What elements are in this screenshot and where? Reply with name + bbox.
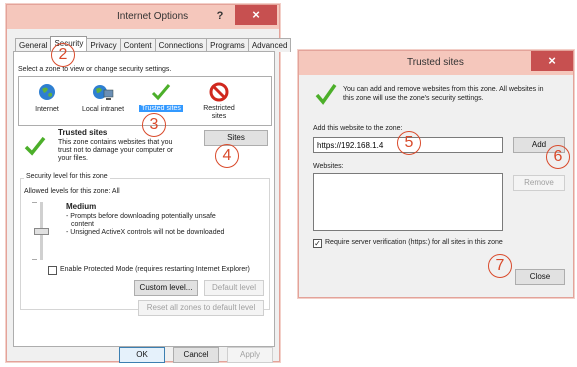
help-button[interactable]: ? [213,9,227,23]
trusted-sites-close-button[interactable]: × [531,51,573,71]
ok-button[interactable]: OK [119,347,165,363]
zone-restricted-sites[interactable]: Restricted sites [197,81,241,125]
protected-mode-label: Enable Protected Mode (requires restarti… [60,266,250,273]
security-level-slider[interactable] [32,202,52,262]
remove-button[interactable]: Remove [513,175,565,191]
websites-label: Websites: [313,163,344,170]
level-desc-line-3: - Unsigned ActiveX controls will not be … [66,229,225,236]
trusted-sites-dialog-check-icon [315,83,337,105]
internet-options-window: Internet Options ? × General Security Pr… [6,4,292,363]
checkmark-icon [151,84,171,101]
zone-internet-label: Internet [35,106,59,113]
sites-button[interactable]: Sites [204,130,268,146]
zone-desc-line-3: your files. [58,155,88,162]
info-line-2: this zone will use the zone's security s… [343,95,484,102]
apply-button[interactable]: Apply [227,347,273,363]
tab-connections[interactable]: Connections [154,38,208,52]
trusted-sites-close-dialog-button[interactable]: Close [515,269,565,285]
zone-internet[interactable]: Internet [27,81,67,121]
level-name: Medium [66,202,97,211]
protected-mode-checkbox[interactable] [48,266,57,275]
globe-icon [39,84,55,100]
cancel-button[interactable]: Cancel [173,347,219,363]
custom-level-button[interactable]: Custom level... [134,280,198,296]
info-line-1: You can add and remove websites from thi… [343,86,544,93]
require-https-label: Require server verification (https:) for… [325,239,503,246]
trusted-sites-check-icon [24,136,46,156]
security-panel: Select a zone to view or change security… [13,51,275,347]
zone-local-intranet-label: Local intranet [81,106,125,113]
level-desc-line-1: - Prompts before downloading potentially… [66,213,216,220]
zone-restricted-sites-label: Restricted sites [203,105,235,120]
security-level-title: Security level for this zone [24,173,110,180]
require-https-checkbox[interactable]: ✓ [313,239,322,248]
close-button[interactable]: × [235,5,277,25]
callout-4: 4 [215,144,239,168]
title-bar[interactable]: Internet Options ? × [7,5,279,29]
callout-2: 2 [51,43,75,67]
zone-desc-line-2: trust not to damage your computer or [58,147,174,154]
trusted-sites-title: Trusted sites [407,57,464,68]
tab-general[interactable]: General [15,38,52,52]
zone-local-intranet[interactable]: Local intranet [81,81,125,121]
tab-advanced[interactable]: Advanced [247,38,292,52]
tab-programs[interactable]: Programs [206,38,249,52]
zone-title: Trusted sites [58,128,108,137]
zone-trusted-sites-label: Trusted sites [139,105,183,112]
callout-5: 5 [397,131,421,155]
window-title: Internet Options [117,11,189,22]
websites-list[interactable] [313,173,503,231]
default-level-button[interactable]: Default level [204,280,264,296]
add-website-label: Add this website to the zone: [313,125,403,132]
trusted-sites-title-bar[interactable]: Trusted sites × [299,51,573,75]
callout-7: 7 [488,254,512,278]
intranet-icon [93,85,114,100]
zone-desc-line-1: This zone contains websites that you [58,139,173,146]
trusted-sites-window: Trusted sites × You can add and remove w… [298,50,574,298]
restricted-icon [209,82,229,102]
reset-all-zones-button[interactable]: Reset all zones to default level [138,300,264,316]
tab-privacy[interactable]: Privacy [86,38,121,52]
callout-6: 6 [546,145,570,169]
slider-thumb[interactable] [34,228,49,235]
level-desc-line-2: content [71,221,94,228]
callout-3: 3 [142,113,166,137]
select-zone-text: Select a zone to view or change security… [18,66,172,73]
tab-content[interactable]: Content [119,38,156,52]
allowed-levels-text: Allowed levels for this zone: All [24,188,120,195]
